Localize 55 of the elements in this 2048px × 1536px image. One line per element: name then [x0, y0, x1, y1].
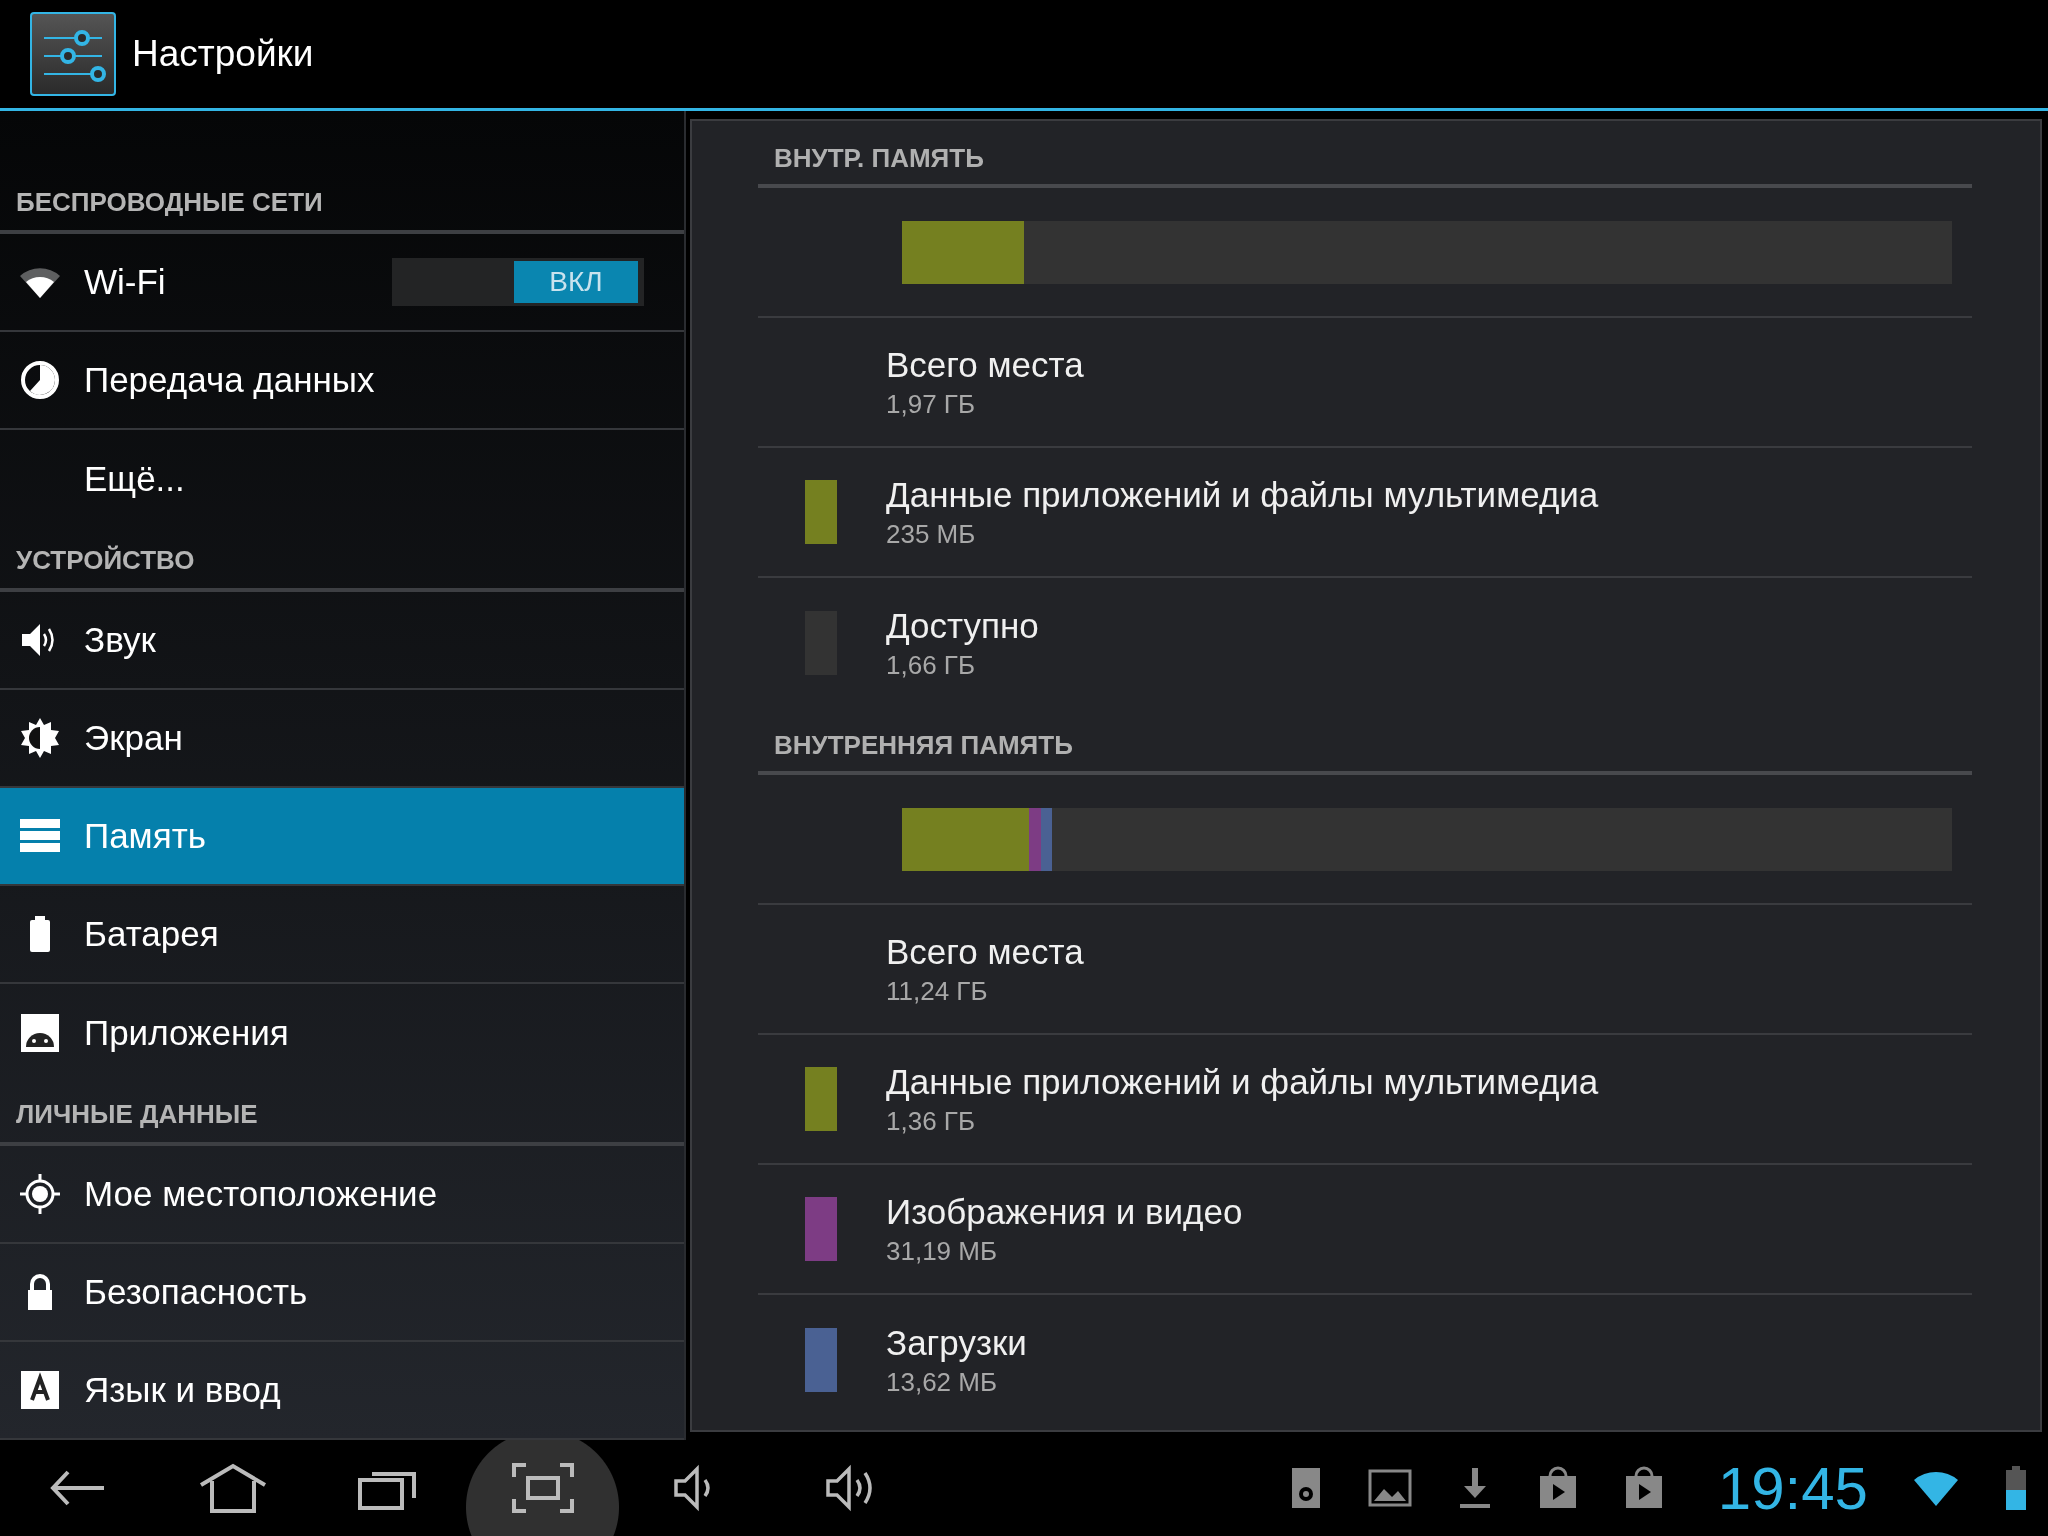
shopping-bag-icon	[1537, 1466, 1578, 1510]
storage-row-title: Данные приложений и файлы мультимедиа	[886, 474, 1599, 515]
section-header: ВНУТРЕННЯЯ ПАМЯТЬ	[758, 708, 1972, 775]
storage-icon	[20, 819, 60, 854]
storage-row[interactable]: Всего места 1,97 ГБ	[758, 318, 1972, 448]
wifi-signal-icon	[1914, 1470, 1958, 1506]
storage-row[interactable]: Загрузки 13,62 МБ	[758, 1295, 1972, 1425]
storage-row-title: Доступно	[886, 605, 1039, 646]
settings-item[interactable]: Wi-Fi ВКЛ	[0, 234, 684, 333]
location-icon	[20, 1174, 60, 1214]
settings-item[interactable]: Батарея	[0, 886, 684, 985]
storage-row[interactable]: Всего места 11,24 ГБ	[758, 905, 1972, 1035]
brightness-icon	[20, 718, 60, 759]
apps-icon	[20, 1013, 60, 1054]
storage-row-value: 235 МБ	[886, 518, 977, 550]
storage-row[interactable]: Изображения и видео 31,19 МБ	[758, 1165, 1972, 1295]
section-header: ВНУТР. ПАМЯТЬ	[758, 121, 1972, 188]
storage-row-title: Изображения и видео	[886, 1191, 1243, 1232]
clock: 19:45	[1717, 1453, 1868, 1523]
storage-row-value: 11,24 ГБ	[886, 975, 989, 1007]
wifi-icon	[20, 266, 60, 299]
storage-row-value: 13,62 МБ	[886, 1366, 998, 1398]
settings-item[interactable]: Передача данных	[0, 332, 684, 431]
app-title: Настройки	[132, 33, 314, 75]
storage-row-value: 1,36 ГБ	[886, 1105, 976, 1137]
shopping-bag-icon	[1623, 1466, 1664, 1510]
storage-row-title: Всего места	[886, 931, 1084, 972]
storage-row[interactable]: Доступно 1,66 ГБ	[758, 578, 1972, 708]
storage-row-title: Загрузки	[886, 1322, 1027, 1363]
storage-row-value: 1,97 ГБ	[886, 388, 976, 420]
sd-card-settings-icon	[1289, 1466, 1322, 1510]
storage-row-value: 31,19 МБ	[886, 1235, 998, 1267]
storage-row-value: 1,66 ГБ	[886, 649, 976, 681]
battery-icon	[2004, 1466, 2028, 1510]
download-icon	[1457, 1466, 1492, 1510]
storage-row[interactable]: Данные приложений и файлы мультимедиа 235 МБ	[758, 448, 1972, 578]
pie-chart-icon	[20, 360, 60, 401]
settings-item[interactable]: Мое местоположение	[0, 1146, 684, 1244]
home-icon	[197, 1463, 268, 1513]
keyboard-letter-icon	[20, 1370, 60, 1410]
settings-item[interactable]: Приложения	[0, 984, 684, 1083]
settings-item[interactable]: Память	[0, 788, 684, 887]
image-icon	[1367, 1469, 1412, 1507]
settings-item[interactable]: Звук	[0, 592, 684, 691]
section-header: БЕСПРОВОДНЫЕ СЕТИ	[0, 111, 684, 235]
storage-row-title: Данные приложений и файлы мультимедиа	[886, 1061, 1599, 1102]
section-header: УСТРОЙСТВО	[0, 528, 684, 593]
section-header: ЛИЧНЫЕ ДАННЫЕ	[0, 1082, 684, 1146]
storage-row[interactable]: Данные приложений и файлы мультимедиа 1,36 ГБ	[758, 1035, 1972, 1165]
storage-row-title: Всего места	[886, 344, 1084, 385]
settings-item[interactable]: Безопасность	[0, 1244, 684, 1342]
sliders-icon	[30, 12, 116, 96]
back-arrow-icon	[49, 1468, 106, 1508]
settings-item[interactable]: Ещё...	[0, 430, 684, 529]
screenshot-icon	[511, 1463, 574, 1513]
